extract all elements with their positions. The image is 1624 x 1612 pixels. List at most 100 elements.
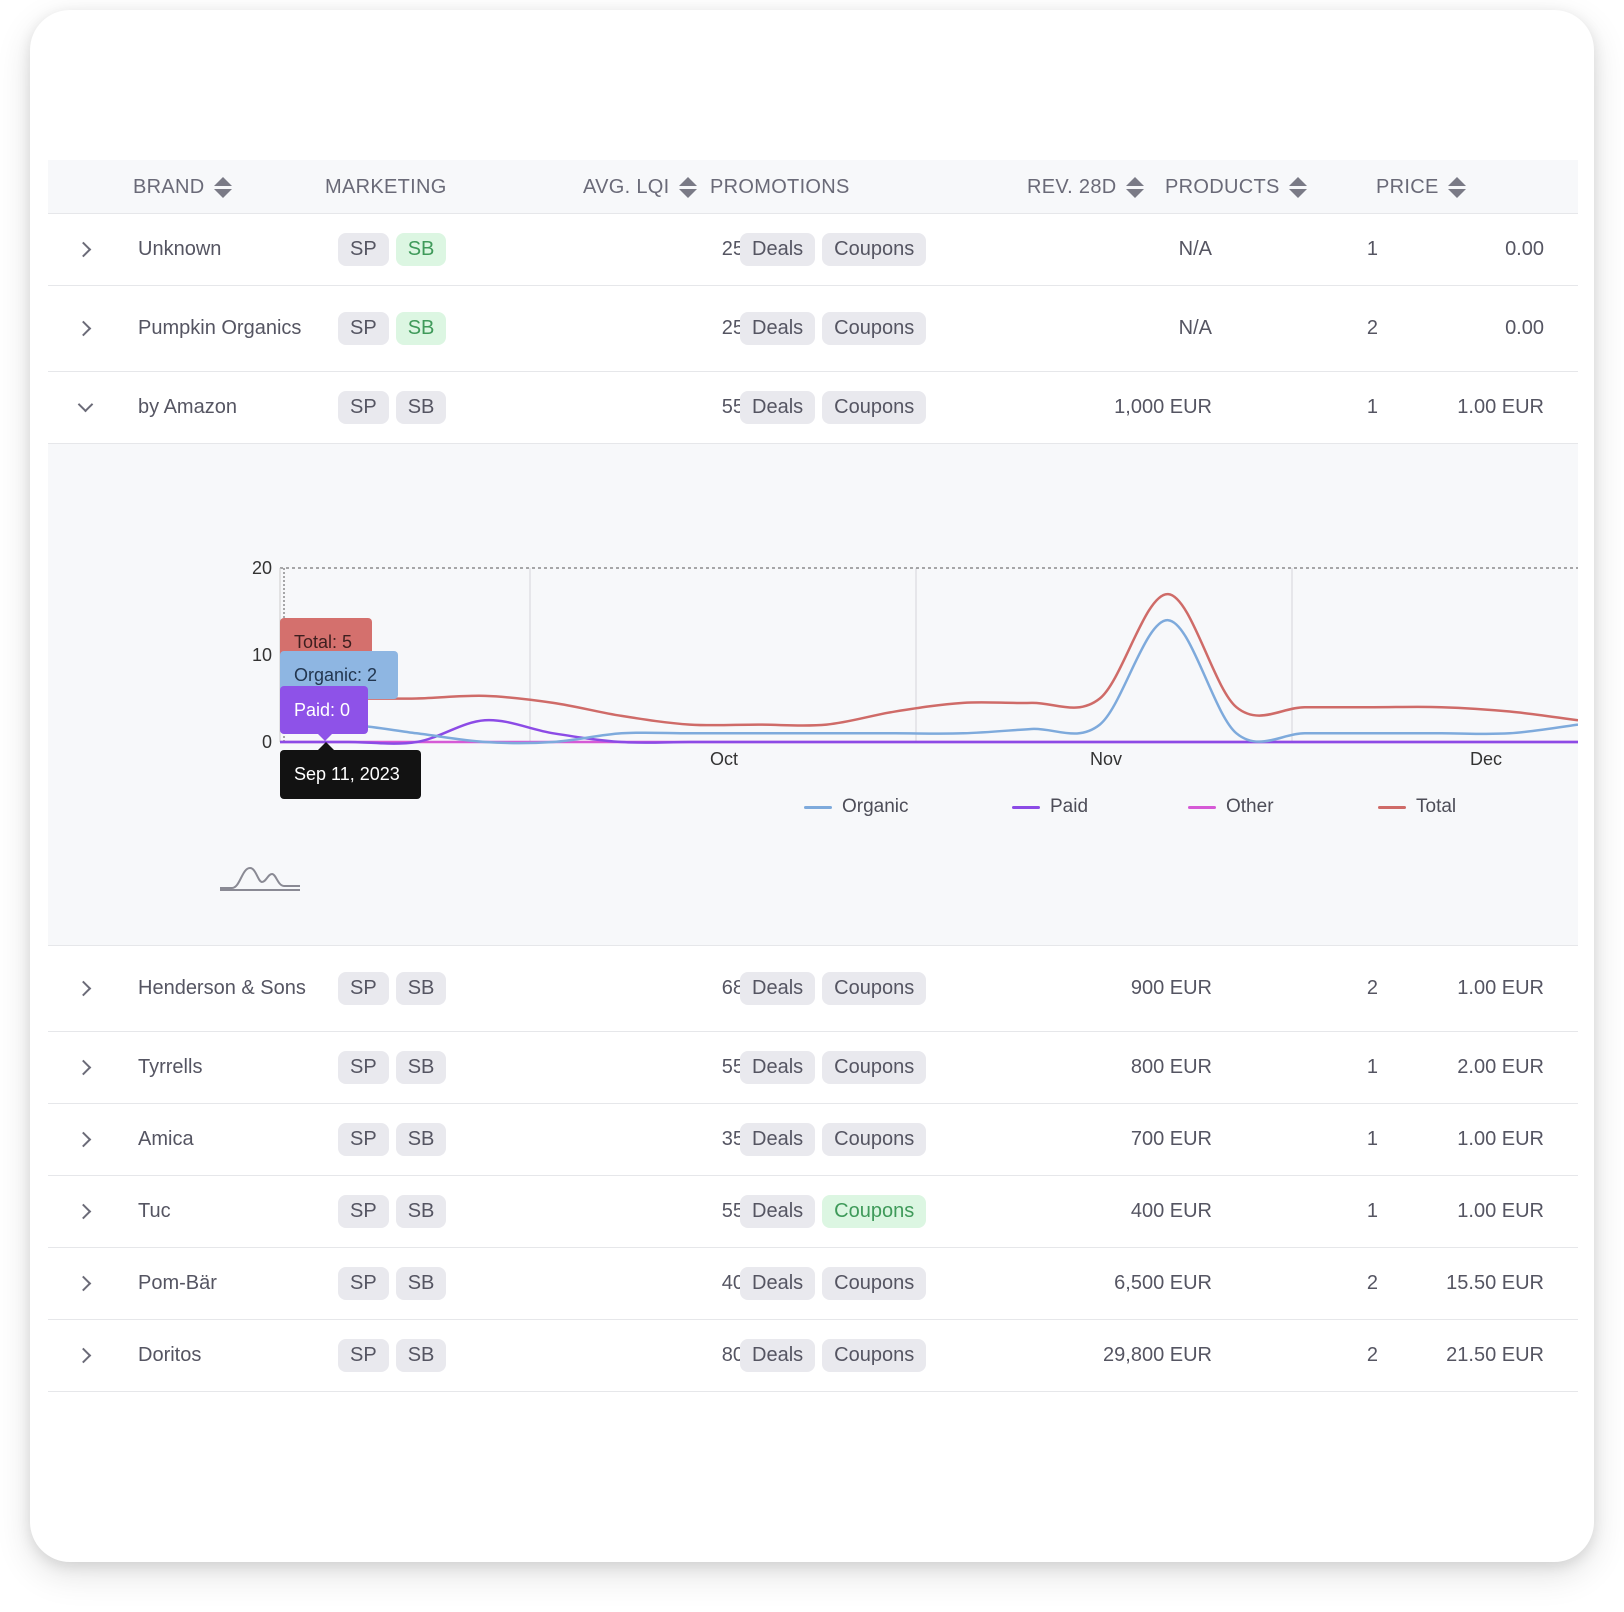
tag-coupons: Coupons	[822, 1123, 927, 1156]
column-brand-label: BRAND	[133, 175, 205, 198]
brand-name[interactable]: Doritos	[138, 1320, 308, 1391]
legend-label-organic: Organic	[842, 796, 909, 817]
column-brand[interactable]: BRAND	[133, 160, 232, 214]
expand-toggle[interactable]	[70, 214, 100, 285]
tag-coupons: Coupons	[822, 1195, 927, 1228]
column-rev-28d[interactable]: REV. 28D	[1027, 160, 1144, 214]
brand-name[interactable]: Henderson & Sons	[138, 946, 308, 1031]
price-value: 2.00 EUR	[1457, 1056, 1544, 1078]
sort-icon[interactable]	[1447, 176, 1466, 198]
legend-item-total[interactable]: Total	[1378, 796, 1456, 818]
column-avg-lqi[interactable]: AVG. LQI	[583, 160, 697, 214]
table-row[interactable]: by Amazon SP SB 55 Deals Coupons 1,000 E…	[48, 372, 1578, 444]
x-tick-label: Oct	[710, 749, 738, 769]
price-value: 1.00 EUR	[1457, 977, 1544, 999]
expand-toggle[interactable]	[70, 1320, 100, 1391]
promotion-tags: Deals Coupons	[740, 1248, 927, 1319]
tag-coupons: Coupons	[822, 391, 927, 424]
column-price[interactable]: PRICE	[1376, 160, 1466, 214]
brand-name[interactable]: by Amazon	[138, 372, 308, 443]
tag-sb: SB	[395, 233, 447, 266]
legend-label-paid: Paid	[1050, 796, 1089, 817]
sort-icon[interactable]	[1125, 176, 1144, 198]
series-line-total[interactable]	[279, 592, 1578, 727]
legend-item-other[interactable]: Other	[1188, 796, 1274, 818]
table-row[interactable]: Unknown SP SB 25 Deals Coupons N/A 1 0.0…	[48, 214, 1578, 286]
tag-sb: SB	[395, 391, 447, 424]
chevron-right-icon	[75, 1059, 91, 1076]
tag-sb: SB	[395, 1123, 447, 1156]
avg-lqi-value: 25	[721, 317, 744, 339]
brand-name[interactable]: Tyrrells	[138, 1032, 308, 1103]
brand-name[interactable]: Pumpkin Organics	[138, 286, 308, 371]
chevron-right-icon	[75, 1347, 91, 1364]
tag-deals: Deals	[740, 1123, 816, 1156]
table-row[interactable]: Amica SP SB 35 Deals Coupons 700 EUR 1 1…	[48, 1104, 1578, 1176]
avg-lqi-value: 68	[721, 977, 744, 999]
expand-toggle[interactable]	[70, 1104, 100, 1175]
series-line-organic[interactable]	[279, 618, 1578, 745]
promotion-tags: Deals Coupons	[740, 946, 927, 1031]
table-row[interactable]: Doritos SP SB 80 Deals Coupons 29,800 EU…	[48, 1320, 1578, 1392]
tag-sp: SP	[338, 312, 389, 345]
sparkline-icon[interactable]	[218, 864, 302, 894]
sort-icon[interactable]	[1288, 176, 1307, 198]
brand-name[interactable]: Tuc	[138, 1176, 308, 1247]
brand-name[interactable]: Amica	[138, 1104, 308, 1175]
brand-name[interactable]: Pom-Bär	[138, 1248, 308, 1319]
marketing-tags: SP SB	[338, 1248, 447, 1319]
legend-item-paid[interactable]: Paid	[1012, 796, 1088, 818]
column-promotions-label: PROMOTIONS	[710, 175, 850, 198]
expand-toggle[interactable]	[70, 1176, 100, 1247]
brand-name[interactable]: Unknown	[138, 214, 308, 285]
marketing-tags: SP SB	[338, 1320, 447, 1391]
expand-toggle[interactable]	[70, 372, 100, 443]
avg-lqi-value: 55	[721, 1200, 744, 1222]
tag-deals: Deals	[740, 391, 816, 424]
promotion-tags: Deals Coupons	[740, 1176, 927, 1247]
revenue-value: 700 EUR	[1130, 1128, 1212, 1150]
chevron-right-icon	[75, 241, 91, 258]
tag-sb: SB	[395, 1051, 447, 1084]
products-count: 2	[1366, 317, 1378, 339]
expand-toggle[interactable]	[70, 946, 100, 1031]
expand-toggle[interactable]	[70, 286, 100, 371]
tooltip-date: Sep 11, 2023	[280, 750, 421, 799]
table-row[interactable]: Henderson & Sons SP SB 68 Deals Coupons …	[48, 946, 1578, 1032]
tag-sp: SP	[338, 1195, 389, 1228]
products-count: 1	[1366, 1128, 1378, 1150]
tag-sp: SP	[338, 1267, 389, 1300]
column-products-label: PRODUCTS	[1165, 175, 1280, 198]
legend-swatch-organic	[804, 805, 832, 809]
price-value: 1.00 EUR	[1457, 1128, 1544, 1150]
table-row[interactable]: Tuc SP SB 55 Deals Coupons 400 EUR 1 1.0…	[48, 1176, 1578, 1248]
tag-deals: Deals	[740, 1339, 816, 1372]
expand-toggle[interactable]	[70, 1248, 100, 1319]
table-row[interactable]: Pom-Bär SP SB 40 Deals Coupons 6,500 EUR…	[48, 1248, 1578, 1320]
legend-item-organic[interactable]: Organic	[804, 796, 909, 818]
tag-coupons: Coupons	[822, 312, 927, 345]
table-row[interactable]: Pumpkin Organics SP SB 25 Deals Coupons …	[48, 286, 1578, 372]
price-value: 0.00	[1505, 317, 1544, 339]
y-tick-label: 10	[252, 645, 272, 665]
chevron-right-icon	[75, 980, 91, 997]
table-row[interactable]: Tyrrells SP SB 55 Deals Coupons 800 EUR …	[48, 1032, 1578, 1104]
marketing-tags: SP SB	[338, 372, 447, 443]
tag-deals: Deals	[740, 233, 816, 266]
column-products[interactable]: PRODUCTS	[1165, 160, 1307, 214]
column-avg-lqi-label: AVG. LQI	[583, 175, 670, 198]
products-count: 2	[1366, 1272, 1378, 1294]
sort-icon[interactable]	[213, 176, 232, 198]
chart-legend: Organic Paid Other Total	[48, 796, 1578, 826]
tag-sp: SP	[338, 1339, 389, 1372]
column-marketing-label: MARKETING	[325, 175, 447, 198]
chevron-right-icon	[75, 1131, 91, 1148]
legend-swatch-total	[1378, 805, 1406, 809]
tag-sp: SP	[338, 972, 389, 1005]
products-count: 2	[1366, 1344, 1378, 1366]
revenue-value: 29,800 EUR	[1103, 1344, 1212, 1366]
sort-icon[interactable]	[678, 176, 697, 198]
expand-toggle[interactable]	[70, 1032, 100, 1103]
tag-deals: Deals	[740, 312, 816, 345]
chevron-right-icon	[75, 320, 91, 337]
